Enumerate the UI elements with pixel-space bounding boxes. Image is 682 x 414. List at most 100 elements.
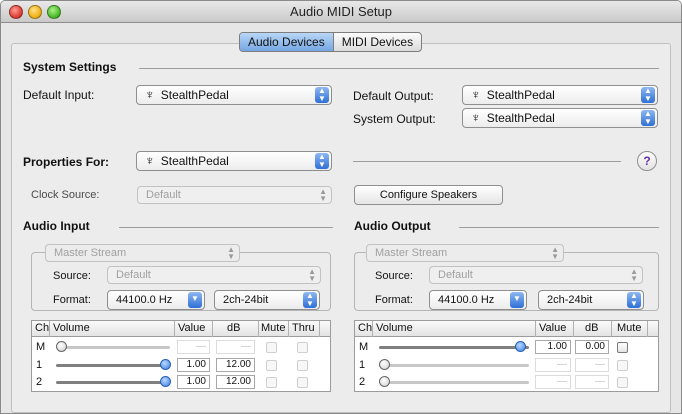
column-separator (647, 321, 648, 337)
db-field[interactable]: — (575, 375, 609, 389)
configure-speakers-button[interactable]: Configure Speakers (354, 185, 503, 205)
mute-checkbox[interactable] (617, 360, 628, 371)
column-separator (372, 321, 373, 337)
default-input-popup[interactable]: ♆ StealthPedal ▲ ▼ (136, 85, 332, 105)
tab-audio-devices[interactable]: Audio Devices (240, 33, 334, 51)
input-sample-rate-value: 44100.0 Hz (116, 294, 173, 306)
column-separator (573, 321, 574, 337)
output-source-popup[interactable]: Default ▲ ▼ (429, 266, 643, 284)
value-field[interactable]: — (535, 358, 571, 372)
thru-checkbox[interactable] (297, 377, 308, 388)
value-field[interactable]: 1.00 (535, 340, 571, 354)
mute-checkbox[interactable] (266, 360, 277, 371)
row-channel: 1 (359, 359, 366, 371)
col-mute: Mute (261, 322, 286, 334)
output-bit-format-value: 2ch-24bit (547, 294, 593, 306)
input-sample-rate-popup[interactable]: 44100.0 Hz ▼ (107, 290, 205, 310)
mute-checkbox[interactable] (617, 377, 628, 388)
audio-input-heading: Audio Input (23, 219, 90, 233)
table-header: Ch Volume Value dB Mute (355, 321, 658, 337)
volume-slider-knob[interactable] (160, 376, 171, 387)
volume-slider-knob[interactable] (160, 359, 171, 370)
value-field[interactable]: — (535, 375, 571, 389)
volume-slider[interactable] (56, 381, 168, 384)
col-value: Value (178, 322, 206, 334)
input-bit-format-popup[interactable]: 2ch-24bit ▲ ▼ (214, 290, 320, 310)
updown-arrows-icon: ▲ ▼ (627, 292, 641, 308)
input-source-label: Source: (53, 270, 91, 282)
output-source-label: Source: (375, 270, 413, 282)
updown-arrows-icon: ▲ ▼ (551, 245, 559, 261)
volume-slider[interactable] (58, 346, 170, 349)
system-output-label: System Output: (353, 112, 436, 126)
default-input-label: Default Input: (23, 88, 95, 102)
input-source-popup[interactable]: Default ▲ ▼ (107, 266, 321, 284)
mute-checkbox[interactable] (266, 377, 277, 388)
value-field[interactable]: — (177, 340, 210, 354)
column-separator (319, 321, 320, 337)
thru-checkbox[interactable] (297, 342, 308, 353)
volume-slider-knob[interactable] (379, 376, 390, 387)
row-channel: M (359, 341, 369, 353)
output-source-value: Default (438, 269, 473, 281)
column-separator (212, 321, 213, 337)
volume-slider-knob[interactable] (56, 341, 67, 352)
value-field[interactable]: 1.00 (177, 375, 210, 389)
volume-slider[interactable] (381, 381, 529, 384)
col-value: Value (539, 322, 567, 334)
row-channel: 2 (359, 376, 366, 388)
updown-arrows-icon: ▲ ▼ (641, 110, 655, 126)
chevron-down-icon: ▼ (510, 292, 524, 308)
usb-icon: ♆ (471, 110, 481, 125)
input-stream-popup[interactable]: Master Stream ▲ ▼ (45, 244, 240, 262)
usb-icon: ♆ (471, 87, 481, 102)
col-ch: Ch (358, 322, 373, 334)
table-header: Ch Volume Value dB Mute Thru (32, 321, 330, 337)
db-field[interactable]: 0.00 (575, 340, 609, 354)
db-field[interactable]: 12.00 (216, 358, 255, 372)
row-channel: 1 (36, 359, 43, 371)
input-stream-value: Master Stream (54, 247, 127, 259)
properties-device-popup[interactable]: ♆ StealthPedal ▲ ▼ (136, 151, 332, 171)
volume-slider[interactable] (381, 364, 529, 367)
col-thru: Thru (292, 322, 315, 334)
chevron-down-icon: ▼ (188, 292, 202, 308)
input-channel-table: Ch Volume Value dB Mute Thru M — — 1 1.0… (31, 320, 331, 392)
volume-slider-knob[interactable] (515, 341, 526, 352)
input-source-value: Default (116, 269, 151, 281)
col-mute: Mute (617, 322, 642, 334)
updown-arrows-icon: ▲ ▼ (630, 267, 638, 283)
divider (119, 227, 333, 228)
value-field[interactable]: 1.00 (177, 358, 210, 372)
volume-slider[interactable] (56, 364, 168, 367)
col-volume: Volume (53, 322, 90, 334)
row-channel: M (36, 341, 46, 353)
volume-slider[interactable] (379, 346, 529, 349)
column-separator (611, 321, 612, 337)
db-field[interactable]: — (216, 340, 255, 354)
updown-arrows-icon: ▲ ▼ (303, 292, 317, 308)
usb-icon: ♆ (145, 153, 155, 168)
system-output-popup[interactable]: ♆ StealthPedal ▲ ▼ (462, 108, 658, 128)
output-stream-popup[interactable]: Master Stream ▲ ▼ (366, 244, 564, 262)
column-separator (535, 321, 536, 337)
clock-source-popup[interactable]: Default ▲ ▼ (137, 186, 332, 204)
output-stream-value: Master Stream (375, 247, 448, 259)
output-format-label: Format: (375, 294, 413, 306)
tab-midi-devices[interactable]: MIDI Devices (334, 33, 421, 51)
updown-arrows-icon: ▲ ▼ (319, 187, 327, 203)
clock-source-label: Clock Source: (31, 189, 100, 201)
mute-checkbox[interactable] (266, 342, 277, 353)
db-field[interactable]: 12.00 (216, 375, 255, 389)
updown-arrows-icon: ▲ ▼ (315, 153, 329, 169)
divider (139, 68, 659, 69)
thru-checkbox[interactable] (297, 360, 308, 371)
output-sample-rate-popup[interactable]: 44100.0 Hz ▼ (429, 290, 527, 310)
window-title: Audio MIDI Setup (290, 4, 392, 19)
default-output-popup[interactable]: ♆ StealthPedal ▲ ▼ (462, 85, 658, 105)
output-bit-format-popup[interactable]: 2ch-24bit ▲ ▼ (538, 290, 644, 310)
db-field[interactable]: — (575, 358, 609, 372)
volume-slider-knob[interactable] (379, 359, 390, 370)
mute-checkbox[interactable] (617, 342, 628, 353)
help-button[interactable]: ? (637, 151, 657, 171)
